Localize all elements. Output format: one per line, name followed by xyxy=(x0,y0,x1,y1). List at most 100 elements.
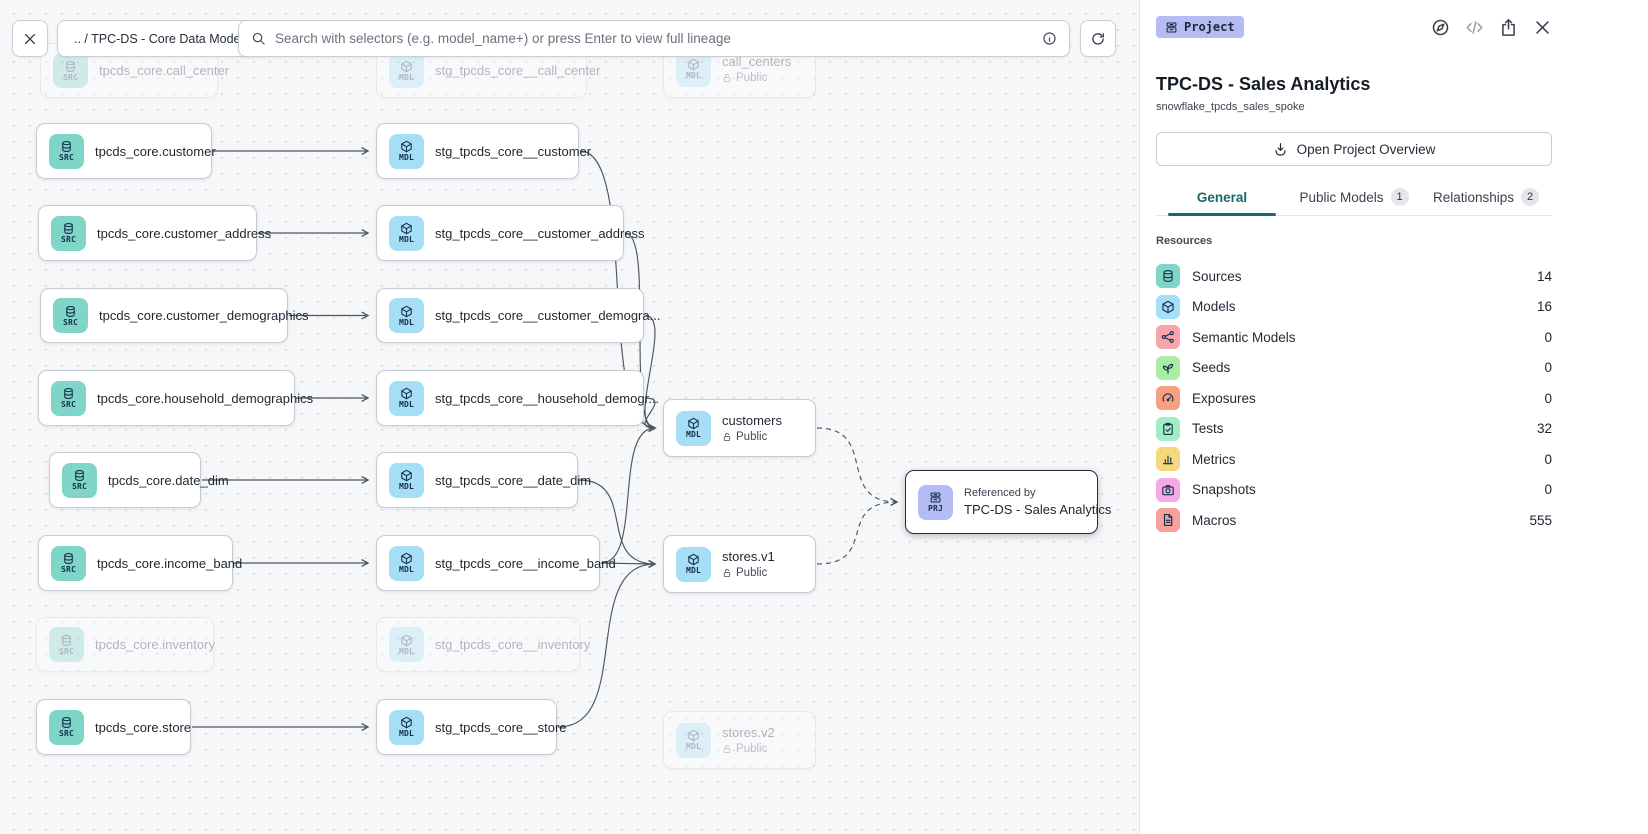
node-type-label: MDL xyxy=(686,72,701,80)
node-s_customer[interactable]: SRC tpcds_core.customer xyxy=(36,123,212,179)
node-type-label: MDL xyxy=(399,319,414,327)
src-badge-icon: SRC xyxy=(51,381,86,416)
resource-count: 0 xyxy=(1544,360,1552,375)
resource-row-models[interactable]: Models16 xyxy=(1156,295,1552,319)
node-label: stg_tpcds_core__customer_address xyxy=(435,226,611,241)
node-label: customers xyxy=(722,413,782,428)
node-type-label: MDL xyxy=(399,483,414,491)
lineage-canvas[interactable]: SRCtpcds_core.call_centerSRCtpcds_core.c… xyxy=(0,0,1139,834)
src-badge-icon: SRC xyxy=(49,710,84,745)
node-s_customer_address[interactable]: SRCtpcds_core.customer_address xyxy=(38,205,257,261)
close-lineage-button[interactable] xyxy=(12,20,48,57)
node-note: Referenced by xyxy=(964,487,1085,499)
seed-icon xyxy=(1156,356,1180,380)
tab-public-models[interactable]: Public Models 1 xyxy=(1288,188,1420,215)
node-s_customer_demographics[interactable]: SRCtpcds_core.customer_demographics xyxy=(40,288,288,343)
node-label: stg_tpcds_core__inventory xyxy=(435,637,567,652)
project-type-badge: Project xyxy=(1156,16,1244,38)
node-label: tpcds_core.customer xyxy=(95,144,199,159)
node-m_income_band[interactable]: MDLstg_tpcds_core__income_band xyxy=(376,535,600,591)
node-s_store[interactable]: SRCtpcds_core.store xyxy=(36,699,191,755)
node-m_customer[interactable]: MDLstg_tpcds_core__customer xyxy=(376,123,579,179)
cube-icon xyxy=(400,222,413,235)
refresh-button[interactable] xyxy=(1080,20,1116,57)
node-s_household_demographics[interactable]: SRCtpcds_core.household_demographics xyxy=(38,370,295,426)
resource-row-semantic-models[interactable]: Semantic Models0 xyxy=(1156,325,1552,349)
node-type-label: SRC xyxy=(59,154,74,162)
node-s_inventory[interactable]: SRCtpcds_core.inventory xyxy=(36,617,214,672)
node-m_inventory[interactable]: MDL stg_tpcds_core__inventory xyxy=(376,617,580,672)
search-input[interactable] xyxy=(275,31,1033,46)
breadcrumb[interactable]: .. / TPC-DS - Core Data Models xyxy=(57,20,267,57)
close-panel-icon[interactable] xyxy=(1533,18,1552,37)
node-type-label: SRC xyxy=(59,648,74,656)
node-label: tpcds_core.customer_address xyxy=(97,226,244,241)
tab-relationships[interactable]: Relationships 2 xyxy=(1420,188,1552,215)
cube-icon xyxy=(400,140,413,153)
node-prj[interactable]: PRJReferenced byTPC-DS - Sales Analytics xyxy=(905,470,1098,534)
resources-heading: Resources xyxy=(1156,235,1552,247)
node-type-label: SRC xyxy=(59,730,74,738)
panel-tabs: General Public Models 1 Relationships 2 xyxy=(1156,188,1552,216)
node-s_income_band[interactable]: SRCtpcds_core.income_band xyxy=(38,535,233,591)
resource-label: Metrics xyxy=(1192,452,1236,467)
tab-general[interactable]: General xyxy=(1156,188,1288,215)
node-m_customer_address[interactable]: MDLstg_tpcds_core__customer_address xyxy=(376,205,624,261)
unlock-icon xyxy=(722,73,732,83)
public-models-count-badge: 1 xyxy=(1391,188,1409,206)
mdl-badge-icon: MDL xyxy=(389,298,424,333)
search-bar[interactable] xyxy=(238,20,1070,57)
node-type-label: MDL xyxy=(399,154,414,162)
relationships-count-badge: 2 xyxy=(1521,188,1539,206)
file-icon xyxy=(1156,508,1180,532)
database-icon xyxy=(62,552,75,565)
resource-count: 0 xyxy=(1544,391,1552,406)
resource-row-macros[interactable]: Macros555 xyxy=(1156,508,1552,532)
src-badge-icon: SRC xyxy=(49,627,84,662)
node-type-label: MDL xyxy=(686,431,701,439)
node-m_store[interactable]: MDL stg_tpcds_core__store xyxy=(376,699,557,755)
explore-compass-icon[interactable] xyxy=(1431,18,1450,37)
mdl-badge-icon: MDL xyxy=(676,547,711,582)
cube-icon xyxy=(400,305,413,318)
node-type-label: MDL xyxy=(686,743,701,751)
resource-row-metrics[interactable]: Metrics 0 xyxy=(1156,447,1552,471)
info-icon[interactable] xyxy=(1042,31,1057,46)
cube-icon xyxy=(400,634,413,647)
node-p_customers[interactable]: MDLcustomersPublic xyxy=(663,399,816,457)
node-type-label: SRC xyxy=(63,74,78,82)
node-m_date_dim[interactable]: MDLstg_tpcds_core__date_dim xyxy=(376,452,578,508)
node-type-label: SRC xyxy=(61,401,76,409)
seed-icon xyxy=(1161,361,1175,375)
node-label: stg_tpcds_core__store xyxy=(435,720,544,735)
resource-row-sources[interactable]: Sources14 xyxy=(1156,264,1552,288)
database-icon xyxy=(73,469,86,482)
code-icon[interactable] xyxy=(1465,18,1484,37)
project-icon xyxy=(1165,21,1178,34)
node-label: stores.v2 xyxy=(722,725,775,740)
node-type-label: MDL xyxy=(686,567,701,575)
cube-icon xyxy=(687,417,700,430)
breadcrumb-label: .. / TPC-DS - Core Data Models xyxy=(74,32,250,46)
open-overview-icon xyxy=(1273,142,1288,157)
cube-icon xyxy=(687,729,700,742)
resource-count: 0 xyxy=(1544,452,1552,467)
resource-row-tests[interactable]: Tests32 xyxy=(1156,417,1552,441)
node-p_stores_v2[interactable]: MDLstores.v2Public xyxy=(663,711,816,769)
cube-icon xyxy=(400,552,413,565)
resource-count: 14 xyxy=(1537,269,1552,284)
node-m_household_demographics[interactable]: MDLstg_tpcds_core__household_demogr... xyxy=(376,370,644,426)
node-m_customer_demographics[interactable]: MDLstg_tpcds_core__customer_demogra... xyxy=(376,288,644,343)
src-badge-icon: SRC xyxy=(53,298,88,333)
node-type-label: MDL xyxy=(399,730,414,738)
resource-row-snapshots[interactable]: Snapshots0 xyxy=(1156,478,1552,502)
unlock-icon xyxy=(722,744,732,754)
node-p_stores_v1[interactable]: MDLstores.v1Public xyxy=(663,535,816,593)
share-icon[interactable] xyxy=(1499,18,1518,37)
resource-row-exposures[interactable]: Exposures0 xyxy=(1156,386,1552,410)
resource-row-seeds[interactable]: Seeds0 xyxy=(1156,356,1552,380)
clipboard-check-icon xyxy=(1161,422,1175,436)
node-type-label: MDL xyxy=(399,648,414,656)
node-s_date_dim[interactable]: SRCtpcds_core.date_dim xyxy=(49,452,201,508)
open-project-overview-button[interactable]: Open Project Overview xyxy=(1156,132,1552,166)
